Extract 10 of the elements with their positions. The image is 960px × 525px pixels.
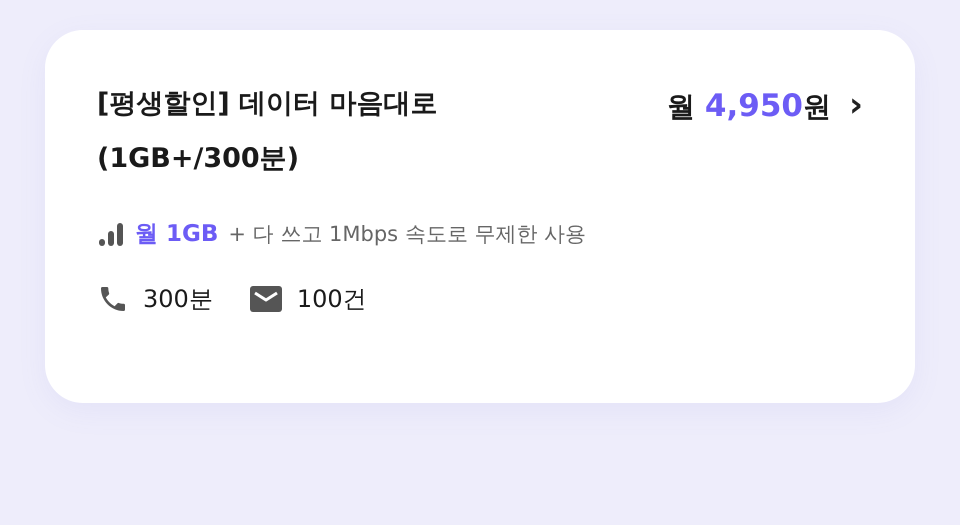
feature-text: 300분 [143,284,213,315]
plan-card[interactable]: [평생할인] 데이터 마음대로 (1GB+/300분) 월 4,950원 › 월 1GB + 다 쓰고 1Mbps 속도로 무제한 사용 300분 100건 [45,30,915,403]
chevron-icon[interactable]: › [848,88,863,122]
data-note: + 다 쓰고 1Mbps 속도로 무제한 사용 [228,220,586,248]
data-amount: 월 1GB [135,220,218,249]
price-text: 월 4,950원 [667,88,831,126]
signal-icon [97,220,125,246]
plan-title: [평생할인] 데이터 마음대로 (1GB+/300분) [97,87,438,176]
feature-text: 100건 [296,284,367,315]
envelope-icon [248,285,283,313]
